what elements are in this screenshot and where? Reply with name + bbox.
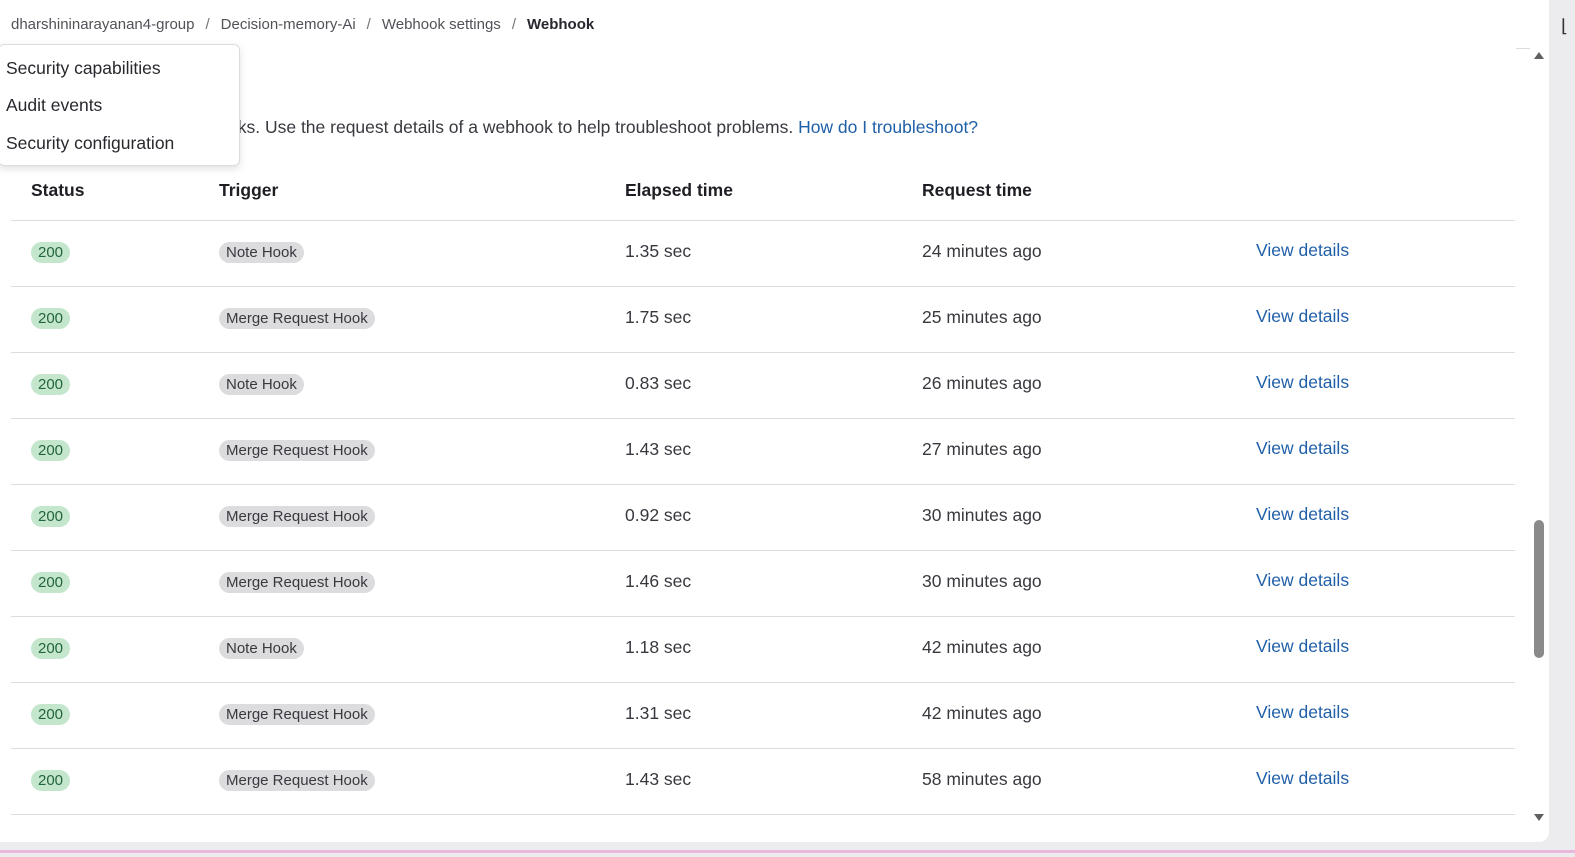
trigger-badge: Merge Request Hook (219, 506, 375, 527)
main-window: dharshininarayanan4-group / Decision-mem… (0, 0, 1549, 842)
status-badge: 200 (31, 308, 71, 329)
view-details-link[interactable]: View details (1256, 306, 1349, 327)
trigger-badge: Merge Request Hook (219, 440, 375, 461)
elapsed-time: 1.46 sec (625, 571, 692, 591)
status-badge: 200 (31, 704, 71, 725)
request-time: 25 minutes ago (922, 307, 1042, 327)
scroll-thumb[interactable] (1534, 520, 1544, 658)
menu-item-audit-events[interactable]: Audit events (6, 95, 102, 116)
table-row: 200 Merge Request Hook 0.92 sec 30 minutes … (11, 485, 1515, 551)
intro-text: oks. Use the request details of a webhoo… (228, 117, 978, 138)
header-request-time: Request time (922, 180, 1032, 200)
table-row: 200 Merge Request Hook 1.43 sec 27 minutes … (11, 419, 1515, 485)
trigger-badge: Note Hook (219, 638, 304, 659)
trigger-badge: Merge Request Hook (219, 572, 375, 593)
elapsed-time: 1.43 sec (625, 769, 692, 789)
breadcrumb-group[interactable]: dharshininarayanan4-group (11, 16, 194, 33)
view-details-link[interactable]: View details (1256, 636, 1349, 657)
status-badge: 200 (31, 572, 71, 593)
elapsed-time: 0.92 sec (625, 505, 692, 525)
status-badge: 200 (31, 440, 71, 461)
vertical-scrollbar[interactable] (1531, 48, 1547, 828)
request-time: 26 minutes ago (922, 373, 1042, 393)
status-badge: 200 (31, 638, 71, 659)
breadcrumb-separator: / (366, 16, 371, 33)
elapsed-time: 0.83 sec (625, 373, 692, 393)
table-header: Status Trigger Elapsed time Request time (11, 170, 1515, 221)
table-body: 200 Note Hook 1.35 sec 24 minutes ago View d… (11, 221, 1515, 815)
webhook-events-table: Status Trigger Elapsed time Request time… (11, 170, 1515, 815)
table-row: 200 Note Hook 0.83 sec 26 minutes ago View d… (11, 353, 1515, 419)
table-row: 200 Merge Request Hook 1.31 sec 42 minutes … (11, 683, 1515, 749)
troubleshoot-link[interactable]: How do I troubleshoot? (798, 117, 978, 137)
status-badge: 200 (31, 506, 71, 527)
elapsed-time: 1.18 sec (625, 637, 692, 657)
elapsed-time: 1.35 sec (625, 241, 692, 261)
elapsed-time: 1.31 sec (625, 703, 692, 723)
scroll-down-arrow-icon[interactable] (1534, 814, 1544, 821)
trigger-badge: Merge Request Hook (219, 770, 375, 791)
view-details-link[interactable]: View details (1256, 768, 1349, 789)
elapsed-time: 1.75 sec (625, 307, 692, 327)
request-time: 42 minutes ago (922, 703, 1042, 723)
view-details-link[interactable]: View details (1256, 702, 1349, 723)
breadcrumb-project[interactable]: Decision-memory-Ai (221, 16, 356, 33)
breadcrumb-webhook-settings[interactable]: Webhook settings (382, 16, 501, 33)
view-details-link[interactable]: View details (1256, 372, 1349, 393)
scroll-up-arrow-icon[interactable] (1534, 52, 1544, 59)
table-row: 200 Merge Request Hook 1.46 sec 30 minutes … (11, 551, 1515, 617)
table-row: 200 Merge Request Hook 1.75 sec 25 minutes … (11, 287, 1515, 353)
trigger-badge: Note Hook (219, 374, 304, 395)
trigger-badge: Merge Request Hook (219, 704, 375, 725)
view-details-link[interactable]: View details (1256, 438, 1349, 459)
request-time: 24 minutes ago (922, 241, 1042, 261)
secure-dropdown-menu: Security capabilities Audit events Secur… (0, 44, 240, 166)
request-time: 30 minutes ago (922, 505, 1042, 525)
breadcrumb-separator: / (205, 16, 210, 33)
status-badge: 200 (31, 770, 71, 791)
menu-item-security-capabilities[interactable]: Security capabilities (6, 58, 161, 79)
trigger-badge: Note Hook (219, 242, 304, 263)
request-time: 30 minutes ago (922, 571, 1042, 591)
breadcrumb-separator: / (511, 16, 516, 33)
header-status: Status (31, 180, 85, 200)
request-time: 42 minutes ago (922, 637, 1042, 657)
request-time: 27 minutes ago (922, 439, 1042, 459)
elapsed-time: 1.43 sec (625, 439, 692, 459)
bottom-accent-line (0, 850, 1575, 853)
table-row: 200 Note Hook 1.35 sec 24 minutes ago View d… (11, 221, 1515, 287)
status-badge: 200 (31, 374, 71, 395)
request-time: 58 minutes ago (922, 769, 1042, 789)
view-details-link[interactable]: View details (1256, 240, 1349, 261)
table-row: 200 Merge Request Hook 1.43 sec 58 minutes … (11, 749, 1515, 815)
divider (1516, 48, 1530, 49)
window-edge (1549, 0, 1575, 850)
breadcrumb: dharshininarayanan4-group / Decision-mem… (11, 16, 594, 33)
header-trigger: Trigger (219, 180, 279, 200)
menu-item-security-configuration[interactable]: Security configuration (6, 133, 174, 154)
view-details-link[interactable]: View details (1256, 570, 1349, 591)
view-details-link[interactable]: View details (1256, 504, 1349, 525)
intro-description: oks. Use the request details of a webhoo… (228, 117, 799, 137)
status-badge: 200 (31, 242, 71, 263)
table-row: 200 Note Hook 1.18 sec 42 minutes ago View d… (11, 617, 1515, 683)
breadcrumb-current: Webhook (526, 16, 595, 33)
header-elapsed-time: Elapsed time (625, 180, 733, 200)
edge-bracket-icon: ⌊ (1561, 16, 1569, 36)
trigger-badge: Merge Request Hook (219, 308, 375, 329)
